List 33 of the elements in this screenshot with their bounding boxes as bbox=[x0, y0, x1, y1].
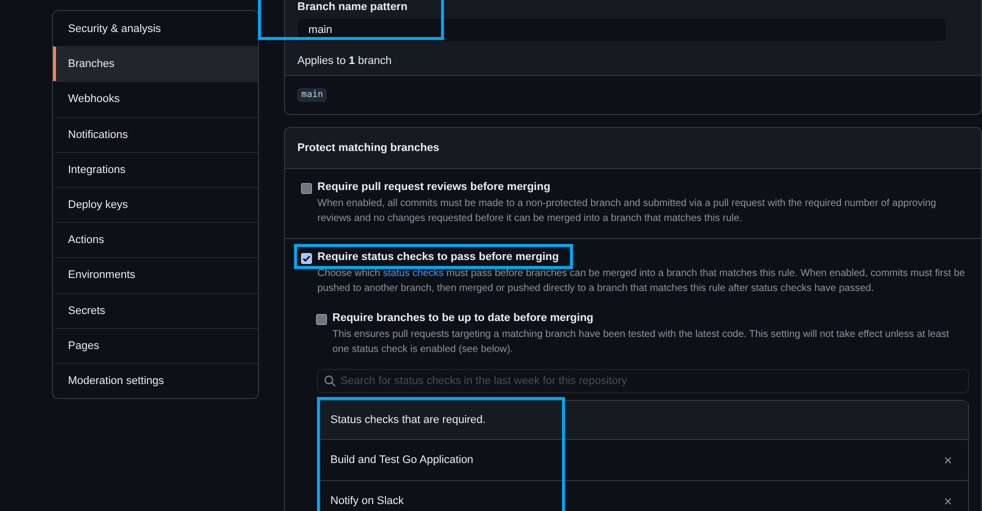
field-label: Branch name pattern bbox=[297, 1, 408, 13]
list-header: Status checks that are required. bbox=[318, 401, 968, 440]
rule-description: This ensures pull requests targeting a matching branch have been tested with the latest code. This setting will not take effect unless at least one status check is enabled (see below). bbox=[332, 328, 950, 357]
checkbox[interactable] bbox=[316, 314, 328, 325]
branch-pattern-field[interactable]: main bbox=[297, 18, 948, 42]
sidebar-item[interactable]: Pages bbox=[53, 328, 258, 363]
branch-name: main bbox=[297, 88, 328, 102]
sidebar-item[interactable]: Deploy keys bbox=[53, 186, 258, 222]
remove-button[interactable]: × bbox=[940, 493, 956, 509]
sidebar-item[interactable]: Actions bbox=[53, 222, 258, 258]
remove-button[interactable]: × bbox=[940, 452, 956, 468]
sidebar-item[interactable]: Notifications bbox=[53, 116, 258, 152]
checkbox[interactable] bbox=[301, 183, 312, 194]
sidebar-item[interactable]: Webhooks bbox=[53, 81, 258, 117]
applies-text: Applies to 1 branch bbox=[296, 54, 393, 69]
search-icon bbox=[324, 375, 336, 387]
rule-description: When enabled, all commits must be made to a non-protected branch and submitted via a pull request with the required number of approving reviews and no changes requested before it can be merged into a branch that matches this rule. bbox=[317, 197, 938, 226]
section-title: Protect matching branches bbox=[285, 128, 981, 169]
rule-title: Require status checks to pass before merging bbox=[317, 251, 560, 263]
sidebar-item[interactable]: Integrations bbox=[53, 152, 258, 187]
status-checks-link[interactable]: status checks bbox=[383, 268, 444, 279]
status-check-name: Notify on Slack bbox=[330, 495, 404, 507]
status-check-name: Build and Test Go Application bbox=[330, 454, 474, 466]
rule-description: Choose which status checks must pass before branches can be merged into a branch that matches this rule. When enabled, commits must first be pushed to another branch, then merged or pushed directly to a branch that matches this rule after status checks have passed. bbox=[317, 267, 965, 296]
rule-title: Require pull request reviews before merging bbox=[317, 181, 552, 193]
search-field[interactable]: Search for status checks in the last week for this repository bbox=[317, 369, 969, 393]
sidebar-item[interactable]: Secrets bbox=[53, 292, 258, 328]
sidebar-item[interactable]: Branches bbox=[53, 46, 258, 82]
sidebar-item[interactable]: Environments bbox=[53, 257, 258, 292]
sidebar-item[interactable]: Security & analysis bbox=[53, 11, 258, 46]
sidebar-item[interactable]: Moderation settings bbox=[53, 362, 258, 398]
rule-title: Require branches to be up to date before merging bbox=[332, 312, 594, 324]
checkbox[interactable] bbox=[301, 253, 312, 264]
